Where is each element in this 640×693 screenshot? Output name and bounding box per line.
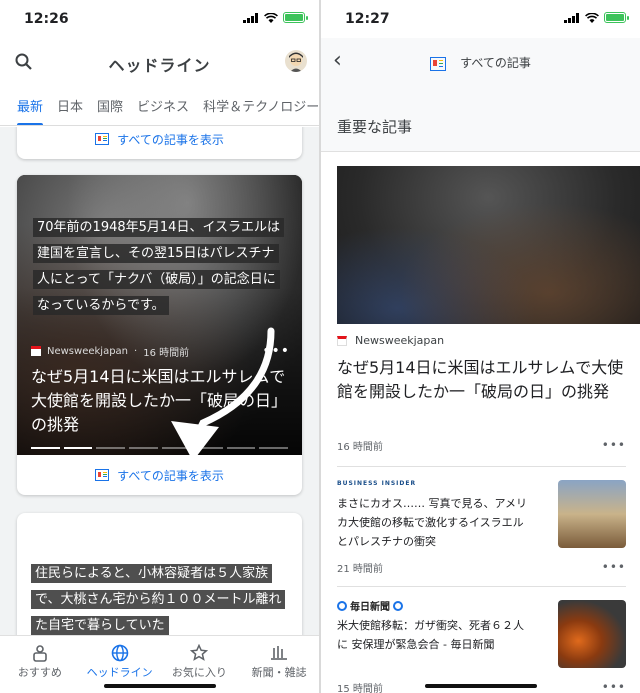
app-header: ヘッドライン — [0, 38, 319, 86]
next-card[interactable]: 住民らによると、小林容疑者は５人家族で、大桃さん宅から約１００メートル離れた自宅… — [17, 513, 302, 635]
main-story-image[interactable] — [337, 166, 640, 324]
tab-business[interactable]: ビジネス — [130, 86, 196, 125]
more-options-icon[interactable]: ••• — [602, 560, 626, 575]
divider — [337, 466, 626, 467]
article-thumbnail[interactable] — [558, 600, 626, 668]
tab-latest[interactable]: 最新 — [0, 86, 50, 125]
see-all-label: すべての記事を表示 — [117, 132, 224, 147]
more-options-icon[interactable]: ••• — [262, 343, 290, 359]
more-options-icon[interactable]: ••• — [602, 680, 626, 693]
source-name: Newsweekjapan — [47, 345, 129, 357]
globe-icon — [111, 644, 128, 662]
previous-card: すべての記事を表示 — [17, 127, 302, 159]
see-all-button[interactable]: すべての記事を表示 — [17, 127, 302, 159]
story-title: なぜ5月14日に米国はエルサレムで大使館を開設したか一「破局の日」の挑発 — [31, 367, 288, 434]
status-icons — [243, 12, 308, 23]
tab-world[interactable]: 国際 — [90, 86, 130, 125]
main-story-title[interactable]: なぜ5月14日に米国はエルサレムで大使館を開設したか一「破局の日」の挑発 — [337, 356, 626, 404]
headlines-screen: 12:26 ヘッドライン 最新 日本 国際 ビジネス 科学＆テクノロジー すべての記事を… — [0, 0, 319, 693]
star-icon — [190, 644, 209, 661]
battery-icon — [283, 12, 308, 23]
carousel-indicator — [31, 447, 288, 449]
news-feed: すべての記事を表示 70年前の1948年5月14日、イスラエルは建国を宣言し、そ… — [0, 127, 319, 635]
source-row: Newsweekjapan · 16 時間前 ••• — [31, 343, 290, 359]
status-bar: 12:26 — [0, 0, 319, 38]
tab-science-tech[interactable]: 科学＆テクノロジー — [196, 86, 319, 125]
headline-card[interactable]: 70年前の1948年5月14日、イスラエルは建国を宣言し、その翌15日はパレスチ… — [17, 175, 302, 495]
page-title: すべての記事 — [321, 54, 640, 71]
newspaper-icon — [430, 56, 447, 71]
status-bar: 12:27 — [321, 0, 640, 38]
article-source: BUSINESS INSIDER — [337, 480, 417, 487]
nav-for-you[interactable]: おすすめ — [0, 636, 80, 693]
more-options-icon[interactable]: ••• — [602, 438, 626, 453]
wifi-icon — [264, 12, 278, 23]
category-tabs: 最新 日本 国際 ビジネス 科学＆テクノロジー — [0, 86, 319, 126]
divider — [337, 586, 626, 587]
newspaper-icon — [95, 133, 110, 145]
next-quote: 住民らによると、小林容疑者は５人家族で、大桃さん宅から約１００メートル離れた自宅… — [31, 561, 291, 635]
signal-icon — [243, 12, 258, 23]
newsweek-logo-icon — [31, 346, 41, 356]
section-title: 重要な記事 — [337, 118, 413, 136]
main-story-meta: 16 時間前 ••• — [337, 438, 626, 453]
section-header: 重要な記事 — [321, 86, 640, 152]
newsweek-logo-icon — [337, 335, 347, 346]
article-meta: 21 時間前 ••• — [337, 560, 626, 575]
for-you-icon — [33, 645, 47, 662]
source-time: 16 時間前 — [143, 347, 190, 359]
article-title[interactable]: まさにカオス…… 写真で見る、アメリカ大使館の移転で激化するイスラエルとパレスチ… — [337, 494, 533, 551]
article-thumbnail[interactable] — [558, 480, 626, 548]
home-indicator — [425, 684, 537, 688]
article-title[interactable]: 米大使館移転：ガザ衝突、死者６２人に 安保理が緊急会合 - 毎日新聞 — [337, 616, 533, 654]
story-quote: 70年前の1948年5月14日、イスラエルは建国を宣言し、その翌15日はパレスチ… — [33, 215, 287, 319]
hero-image: 70年前の1948年5月14日、イスラエルは建国を宣言し、その翌15日はパレスチ… — [17, 175, 302, 455]
newsstand-icon — [271, 646, 288, 660]
article-source: 毎日新聞 — [337, 598, 403, 613]
all-articles-screen: 12:27 ‹ すべての記事 重要な記事 Newsweekjapan なぜ5月1… — [321, 0, 640, 693]
status-time: 12:26 — [24, 11, 69, 27]
avatar[interactable] — [285, 50, 307, 72]
status-time: 12:27 — [345, 11, 390, 27]
tab-japan[interactable]: 日本 — [50, 86, 90, 125]
signal-icon — [564, 12, 579, 23]
see-all-button[interactable]: すべての記事を表示 — [17, 455, 302, 495]
wifi-icon — [585, 12, 599, 23]
see-all-label: すべての記事を表示 — [117, 468, 224, 483]
page-title: ヘッドライン — [108, 56, 211, 75]
battery-icon — [604, 12, 629, 23]
status-icons — [564, 12, 629, 23]
home-indicator — [104, 684, 216, 688]
newspaper-icon — [95, 469, 110, 481]
nav-newsstand[interactable]: 新聞・雑誌 — [239, 636, 319, 693]
mainichi-logo-icon — [337, 600, 347, 611]
app-header: ‹ すべての記事 — [321, 38, 640, 86]
main-story-source: Newsweekjapan — [337, 334, 444, 347]
